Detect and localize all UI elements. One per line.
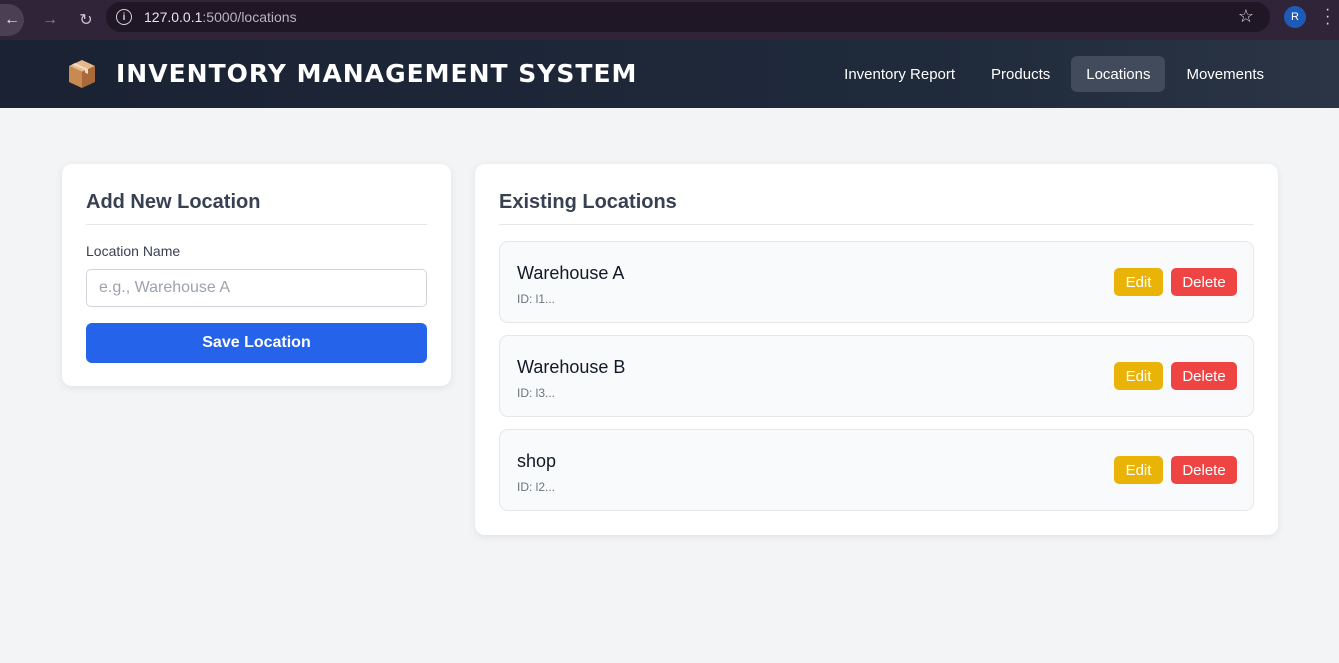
browser-menu-icon[interactable]: · · · bbox=[1325, 2, 1330, 32]
delete-button[interactable]: Delete bbox=[1171, 362, 1237, 390]
reload-icon[interactable]: ↻ bbox=[68, 4, 104, 36]
app-header: INVENTORY MANAGEMENT SYSTEM Inventory Re… bbox=[0, 40, 1339, 108]
forward-arrow-icon[interactable]: → bbox=[32, 4, 68, 36]
address-bar[interactable]: i 127.0.0.1:5000/locations ☆ bbox=[106, 2, 1270, 32]
back-arrow-icon[interactable]: ← bbox=[0, 4, 24, 36]
location-id: ID: l1... bbox=[517, 292, 556, 306]
main-nav: Inventory Report Products Locations Move… bbox=[829, 56, 1279, 92]
nav-locations[interactable]: Locations bbox=[1071, 56, 1166, 92]
edit-button[interactable]: Edit bbox=[1114, 456, 1163, 484]
location-id: ID: l3... bbox=[517, 386, 556, 400]
delete-button[interactable]: Delete bbox=[1171, 268, 1237, 296]
package-box-icon bbox=[69, 60, 95, 88]
edit-button[interactable]: Edit bbox=[1114, 268, 1163, 296]
location-item: Warehouse A ID: l1... Edit Delete bbox=[499, 241, 1254, 323]
profile-avatar[interactable]: R bbox=[1284, 6, 1306, 28]
location-name: Warehouse B bbox=[517, 357, 626, 377]
location-name: Warehouse A bbox=[517, 263, 625, 283]
edit-button[interactable]: Edit bbox=[1114, 362, 1163, 390]
add-location-card: Add New Location Location Name Save Loca… bbox=[62, 164, 451, 386]
url-host: 127.0.0.1 bbox=[144, 9, 203, 25]
bookmark-star-icon[interactable]: ☆ bbox=[1238, 6, 1254, 27]
divider bbox=[499, 224, 1254, 225]
url-path: :5000/locations bbox=[202, 9, 297, 25]
save-location-button[interactable]: Save Location bbox=[86, 323, 427, 363]
app-title: INVENTORY MANAGEMENT SYSTEM bbox=[116, 59, 638, 88]
location-name-label: Location Name bbox=[86, 243, 181, 259]
location-name-input[interactable] bbox=[86, 269, 427, 307]
nav-inventory-report[interactable]: Inventory Report bbox=[829, 56, 970, 92]
location-item: shop ID: l2... Edit Delete bbox=[499, 429, 1254, 511]
url-text: 127.0.0.1:5000/locations bbox=[144, 9, 297, 25]
existing-locations-title: Existing Locations bbox=[499, 191, 677, 213]
site-info-icon[interactable]: i bbox=[116, 9, 132, 25]
browser-toolbar: ← → ↻ i 127.0.0.1:5000/locations ☆ R · · · bbox=[0, 0, 1339, 40]
add-location-title: Add New Location bbox=[86, 191, 261, 213]
location-item: Warehouse B ID: l3... Edit Delete bbox=[499, 335, 1254, 417]
divider bbox=[86, 224, 427, 225]
delete-button[interactable]: Delete bbox=[1171, 456, 1237, 484]
nav-products[interactable]: Products bbox=[976, 56, 1065, 92]
nav-movements[interactable]: Movements bbox=[1171, 56, 1279, 92]
location-name: shop bbox=[517, 451, 557, 471]
existing-locations-card: Existing Locations Warehouse A ID: l1...… bbox=[475, 164, 1278, 535]
location-id: ID: l2... bbox=[517, 480, 556, 494]
